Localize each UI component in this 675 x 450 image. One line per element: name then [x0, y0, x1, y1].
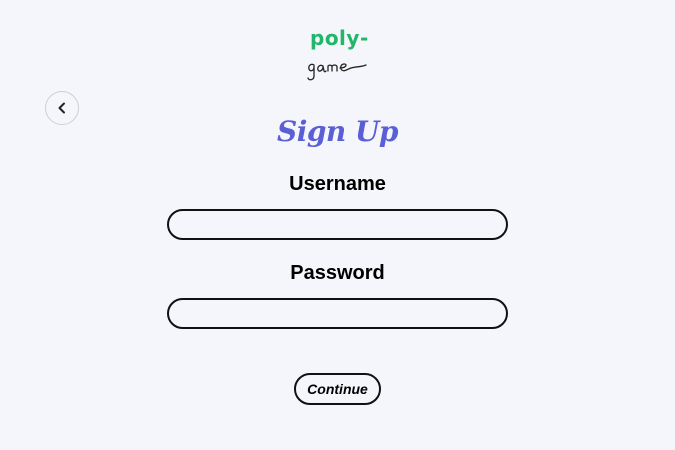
logo-top-text: poly-	[310, 26, 369, 50]
password-input[interactable]	[167, 298, 508, 329]
page-title: Sign Up	[276, 115, 399, 148]
username-label: Username	[289, 173, 386, 195]
password-label: Password	[290, 262, 385, 284]
username-input[interactable]	[167, 209, 508, 240]
continue-button[interactable]: Continue	[294, 373, 381, 405]
poly-game-logo: poly- game	[300, 24, 375, 86]
logo-bottom-script: game	[306, 54, 370, 82]
